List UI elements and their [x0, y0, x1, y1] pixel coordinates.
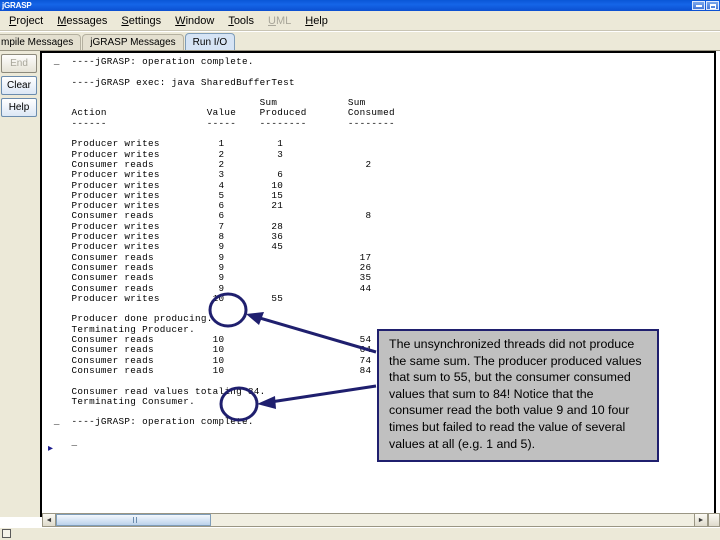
scroll-thumb[interactable] — [56, 514, 211, 526]
menu-label-messages: essages — [66, 14, 108, 27]
annotation-callout-text: The unsynchronized threads did not produ… — [389, 337, 642, 451]
help-button[interactable]: Help — [1, 98, 37, 117]
menu-bar: Project Messages Settings Window Tools U… — [0, 11, 720, 31]
menu-item-tools[interactable]: Tools — [221, 13, 261, 29]
clear-button[interactable]: Clear — [1, 76, 37, 95]
menu-label-uml: ML — [275, 14, 292, 27]
side-button-column: End Clear Help — [0, 51, 40, 517]
scroll-thumb-grip — [133, 517, 134, 523]
vertical-scrollbar-stub[interactable] — [708, 513, 720, 527]
menu-item-messages[interactable]: Messages — [50, 13, 114, 29]
minimize-icon — [696, 5, 702, 7]
maximize-button[interactable] — [706, 1, 719, 10]
horizontal-scrollbar[interactable]: ◄ ► — [42, 513, 708, 527]
window-titlebar: jGRASP — [0, 0, 720, 11]
scroll-left-button[interactable]: ◄ — [43, 514, 56, 526]
window-title: jGRASP — [2, 1, 32, 10]
end-button: End — [1, 54, 37, 73]
scroll-track[interactable] — [211, 514, 707, 526]
menu-label-settings: ettings — [128, 14, 162, 27]
menu-label-help: elp — [313, 14, 328, 27]
tab-strip: mpile Messages jGRASP Messages Run I/O — [0, 32, 720, 51]
annotation-callout: The unsynchronized threads did not produ… — [377, 329, 659, 463]
menu-item-project[interactable]: Project — [2, 13, 50, 29]
menu-label-project: roject — [16, 14, 44, 27]
menu-label-tools: ools — [233, 14, 254, 27]
tab-run-io[interactable]: Run I/O — [184, 33, 236, 50]
window-controls — [692, 1, 719, 10]
minimize-button[interactable] — [692, 1, 705, 10]
status-strip — [0, 528, 720, 540]
maximize-icon — [710, 4, 716, 9]
menu-label-window: indow — [185, 14, 215, 27]
scroll-right-button[interactable]: ► — [694, 514, 707, 526]
tab-compile-messages[interactable]: mpile Messages — [0, 34, 82, 50]
console-prompt-icon: ▸ — [48, 443, 54, 454]
tab-jgrasp-messages[interactable]: jGRASP Messages — [82, 34, 184, 50]
menu-item-help[interactable]: Help — [298, 13, 335, 29]
menu-item-settings[interactable]: Settings — [114, 13, 168, 29]
menu-item-uml: UML — [268, 14, 292, 27]
menu-item-window[interactable]: Window — [168, 13, 221, 29]
console-output: _ ----jGRASP: operation complete. ----jG… — [53, 56, 395, 448]
window-restore-icon[interactable] — [2, 529, 11, 538]
